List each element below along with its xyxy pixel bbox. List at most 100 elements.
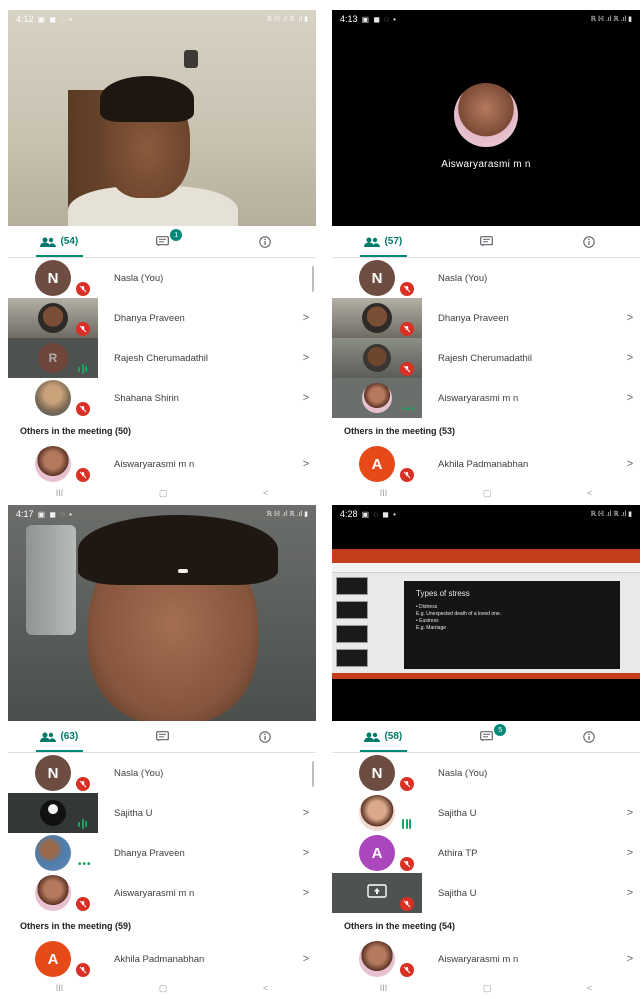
tab-people[interactable]: (58) <box>332 721 435 752</box>
android-nav-bar: III ▢ < <box>332 486 640 500</box>
chevron-right-icon[interactable]: > <box>296 887 316 899</box>
participant-row[interactable]: Shahana Shirin > <box>8 378 316 418</box>
recents-button[interactable]: III <box>56 983 64 993</box>
meeting-tabs: (54) 1 <box>8 226 316 258</box>
chevron-right-icon[interactable]: > <box>296 312 316 324</box>
participant-row[interactable]: A Akhila Padmanabhan > <box>332 444 640 484</box>
participant-row[interactable]: ••• Dhanya Praveen > <box>8 833 316 873</box>
people-icon <box>40 732 57 742</box>
home-button[interactable]: ▢ <box>483 488 492 499</box>
tab-chat[interactable]: 1 <box>111 226 214 257</box>
participant-row[interactable]: A Akhila Padmanabhan > <box>8 939 316 979</box>
participant-row[interactable]: N Nasla (You) <box>332 753 640 793</box>
recents-button[interactable]: III <box>56 488 64 498</box>
tab-people[interactable]: (63) <box>8 721 111 752</box>
mic-off-icon <box>400 963 414 977</box>
participant-row[interactable]: Sajitha U > <box>332 793 640 833</box>
people-count: (63) <box>60 731 79 742</box>
participant-video-thumb <box>332 298 422 338</box>
main-video-stage[interactable]: 4:12 ▣ ◼ ◌ • ℝ ℍ .ıl ℝ .ıl ▮ <box>8 10 316 226</box>
status-bar: 4:12 ▣ ◼ ◌ • ℝ ℍ .ıl ℝ .ıl ▮ <box>8 10 316 28</box>
home-button[interactable]: ▢ <box>159 983 168 994</box>
speaking-indicator-icon <box>78 363 87 375</box>
slide-thumbnails <box>336 577 374 675</box>
chevron-right-icon[interactable]: > <box>620 392 640 404</box>
participant-row[interactable]: Sajitha U > <box>332 873 640 913</box>
participant-name: Sajitha U <box>438 887 477 899</box>
avatar: A <box>359 446 395 482</box>
people-count: (58) <box>384 731 403 742</box>
tab-info[interactable] <box>213 226 316 257</box>
meeting-tabs: (63) <box>8 721 316 753</box>
recents-button[interactable]: III <box>380 488 388 498</box>
tab-info[interactable] <box>537 721 640 752</box>
tab-chat[interactable]: 5 <box>435 721 538 752</box>
chat-icon <box>479 236 493 247</box>
notification-icons: ▣ ◼ ◌ • <box>37 509 73 519</box>
tab-people[interactable]: (54) <box>8 226 111 257</box>
participant-row[interactable]: Aiswaryarasmi m n > <box>332 939 640 979</box>
chevron-right-icon[interactable]: > <box>620 312 640 324</box>
participant-name: Sajitha U <box>114 807 153 819</box>
mic-off-icon <box>400 857 414 871</box>
participant-list: N Nasla (You) Sajitha U > ••• Dhanya Pra… <box>8 753 316 979</box>
home-button[interactable]: ▢ <box>159 488 168 499</box>
chevron-right-icon[interactable]: > <box>296 352 316 364</box>
chevron-right-icon[interactable]: > <box>620 807 640 819</box>
participant-row[interactable]: N Nasla (You) <box>332 258 640 298</box>
participant-name: Aiswaryarasmi m n <box>114 887 195 899</box>
participant-name: Aiswaryarasmi m n <box>438 392 519 404</box>
participant-row[interactable]: ••• Aiswaryarasmi m n > <box>332 378 640 418</box>
tab-info[interactable] <box>537 226 640 257</box>
participant-row[interactable]: N Nasla (You) <box>8 258 316 298</box>
status-time: 4:28 <box>340 509 358 519</box>
chevron-right-icon[interactable]: > <box>620 352 640 364</box>
chevron-right-icon[interactable]: > <box>296 807 316 819</box>
tab-info[interactable] <box>213 721 316 752</box>
participant-row[interactable]: A Athira TP > <box>332 833 640 873</box>
participant-video-thumb <box>332 873 422 913</box>
participant-row[interactable]: Sajitha U > <box>8 793 316 833</box>
status-time: 4:13 <box>340 14 358 24</box>
main-video-stage[interactable]: 4:13 ▣ ◼ ◌ • ℝ ℍ .ıl ℝ .ıl ▮ Aiswaryarasm… <box>332 10 640 226</box>
chevron-right-icon[interactable]: > <box>620 953 640 965</box>
chevron-right-icon[interactable]: > <box>296 953 316 965</box>
chevron-right-icon[interactable]: > <box>620 887 640 899</box>
participant-row[interactable]: Rajesh Cherumadathil > <box>332 338 640 378</box>
signal-battery-icons: ℝ ℍ .ıl ℝ .ıl ▮ <box>266 16 308 23</box>
chevron-right-icon[interactable]: > <box>296 458 316 470</box>
tab-chat[interactable] <box>111 721 214 752</box>
chat-unread-badge: 5 <box>494 724 507 736</box>
participant-row[interactable]: Aiswaryarasmi m n > <box>8 873 316 913</box>
participant-row[interactable]: Dhanya Praveen > <box>8 298 316 338</box>
participant-row[interactable]: R Rajesh Cherumadathil > <box>8 338 316 378</box>
participant-name: Dhanya Praveen <box>438 312 509 324</box>
participant-name: Athira TP <box>438 847 478 859</box>
avatar <box>359 941 395 977</box>
participant-list: N Nasla (You) Sajitha U > A Athira TP > … <box>332 753 640 979</box>
back-button[interactable]: < <box>263 983 268 993</box>
others-section-label: Others in the meeting (59) <box>20 921 132 931</box>
main-video-stage[interactable]: 4:17 ▣ ◼ ◌ • ℝ ℍ .ıl ℝ .ıl ▮ <box>8 505 316 721</box>
chevron-right-icon[interactable]: > <box>296 847 316 859</box>
recents-button[interactable]: III <box>380 983 388 993</box>
info-icon <box>582 235 595 248</box>
chevron-right-icon[interactable]: > <box>620 458 640 470</box>
back-button[interactable]: < <box>587 488 592 498</box>
participant-name: Aiswaryarasmi m n <box>438 953 519 965</box>
tab-people[interactable]: (57) <box>332 226 435 257</box>
back-button[interactable]: < <box>263 488 268 498</box>
participant-row[interactable]: Aiswaryarasmi m n > <box>8 444 316 484</box>
avatar <box>35 875 71 911</box>
chevron-right-icon[interactable]: > <box>620 847 640 859</box>
back-button[interactable]: < <box>587 983 592 993</box>
participant-row[interactable]: N Nasla (You) <box>8 753 316 793</box>
participant-row[interactable]: Dhanya Praveen > <box>332 298 640 338</box>
main-video-stage[interactable]: 4:28 ▣ ◌ ◼ • ℝ ℍ .ıl ℝ .ıl ▮ Types of str… <box>332 505 640 721</box>
avatar: N <box>359 755 395 791</box>
chevron-right-icon[interactable]: > <box>296 392 316 404</box>
chat-icon <box>479 731 493 742</box>
tab-chat[interactable] <box>435 226 538 257</box>
mic-off-icon <box>400 897 414 911</box>
home-button[interactable]: ▢ <box>483 983 492 994</box>
